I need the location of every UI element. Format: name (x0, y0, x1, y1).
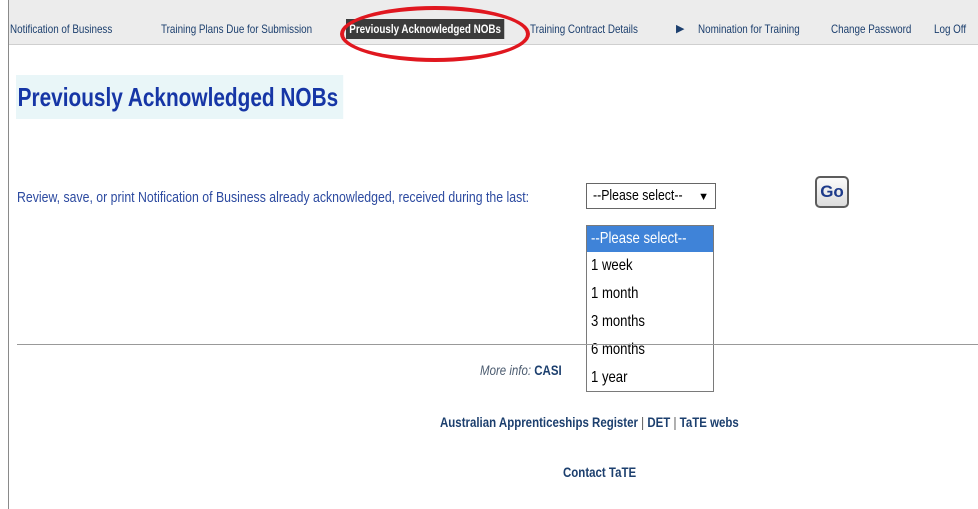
option-please-select[interactable]: --Please select-- (587, 226, 713, 252)
nav-nomination-for-training[interactable]: Nomination for Training (698, 20, 800, 38)
more-info: More info: CASI (480, 362, 562, 378)
link-det[interactable]: DET (647, 414, 670, 430)
period-select[interactable]: --Please select-- ▼ (586, 183, 716, 209)
option-1-month[interactable]: 1 month (587, 280, 713, 308)
link-separator: | (641, 414, 645, 430)
option-1-week[interactable]: 1 week (587, 252, 713, 280)
nav-training-plans-due[interactable]: Training Plans Due for Submission (161, 20, 312, 38)
dropdown-arrow-icon: ▼ (698, 191, 709, 203)
option-3-months[interactable]: 3 months (587, 308, 713, 336)
top-nav-bar: Notification of Business Training Plans … (9, 0, 978, 45)
submenu-arrow-icon[interactable]: ▶ (676, 22, 684, 35)
select-value: --Please select-- (593, 187, 683, 204)
left-border (8, 0, 9, 509)
page-title: Previously Acknowledged NOBs (16, 75, 343, 119)
nav-previously-acknowledged-nobs[interactable]: Previously Acknowledged NOBs (346, 19, 505, 39)
nav-notification-of-business[interactable]: Notification of Business (10, 20, 112, 38)
option-6-months[interactable]: 6 months (587, 336, 713, 364)
footer-links: Australian Apprenticeships Register | DE… (440, 414, 739, 430)
nav-log-off[interactable]: Log Off (934, 20, 966, 38)
link-australian-apprenticeships-register[interactable]: Australian Apprenticeships Register (440, 414, 638, 430)
link-contact-tate[interactable]: Contact TaTE (563, 464, 636, 480)
period-dropdown-list: --Please select-- 1 week 1 month 3 month… (586, 225, 714, 392)
nav-change-password[interactable]: Change Password (831, 20, 911, 38)
option-1-year[interactable]: 1 year (587, 364, 713, 392)
more-info-label: More info: (480, 362, 532, 378)
link-tate-webs[interactable]: TaTE webs (680, 414, 739, 430)
nav-training-contract-details[interactable]: Training Contract Details (530, 20, 638, 38)
go-button[interactable]: Go (815, 176, 849, 208)
review-instruction-label: Review, save, or print Notification of B… (17, 189, 530, 206)
divider (17, 344, 978, 345)
more-info-link[interactable]: CASI (534, 362, 561, 378)
link-separator: | (673, 414, 677, 430)
